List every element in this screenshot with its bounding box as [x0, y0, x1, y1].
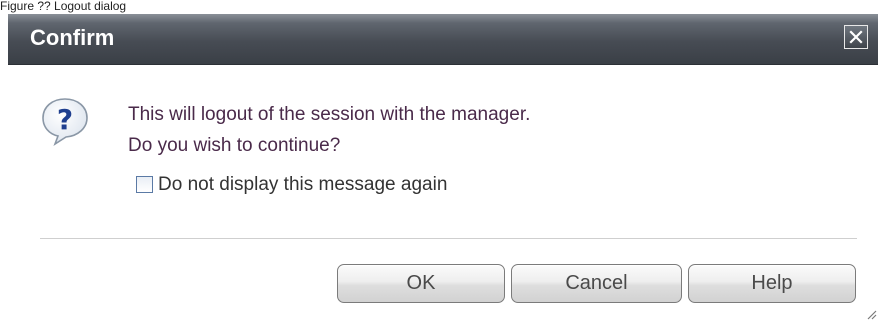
message-line-1: This will logout of the session with the… [128, 104, 531, 125]
dont-show-again-label[interactable]: Do not display this message again [158, 173, 447, 197]
dialog-titlebar[interactable]: Confirm [8, 14, 878, 65]
figure-caption: Figure ?? Logout dialog [0, 0, 127, 13]
question-icon: ? [42, 98, 88, 146]
confirm-dialog: Confirm ? This will logout of the sessio… [8, 14, 878, 320]
cancel-button[interactable]: Cancel [511, 264, 682, 303]
close-icon [849, 30, 863, 44]
svg-text:?: ? [57, 103, 73, 136]
resize-grip-icon[interactable] [866, 309, 877, 320]
page: Figure ?? Logout dialog Confirm ? This w… [0, 0, 880, 322]
dialog-content: ? This will logout of the session with t… [8, 65, 878, 320]
help-button[interactable]: Help [688, 264, 856, 303]
dialog-title: Confirm [30, 25, 115, 50]
ok-button[interactable]: OK [337, 264, 505, 303]
button-divider [40, 238, 857, 239]
message-line-2: Do you wish to continue? [128, 135, 341, 156]
dont-show-again-checkbox[interactable] [136, 176, 153, 193]
close-button[interactable] [844, 25, 868, 49]
